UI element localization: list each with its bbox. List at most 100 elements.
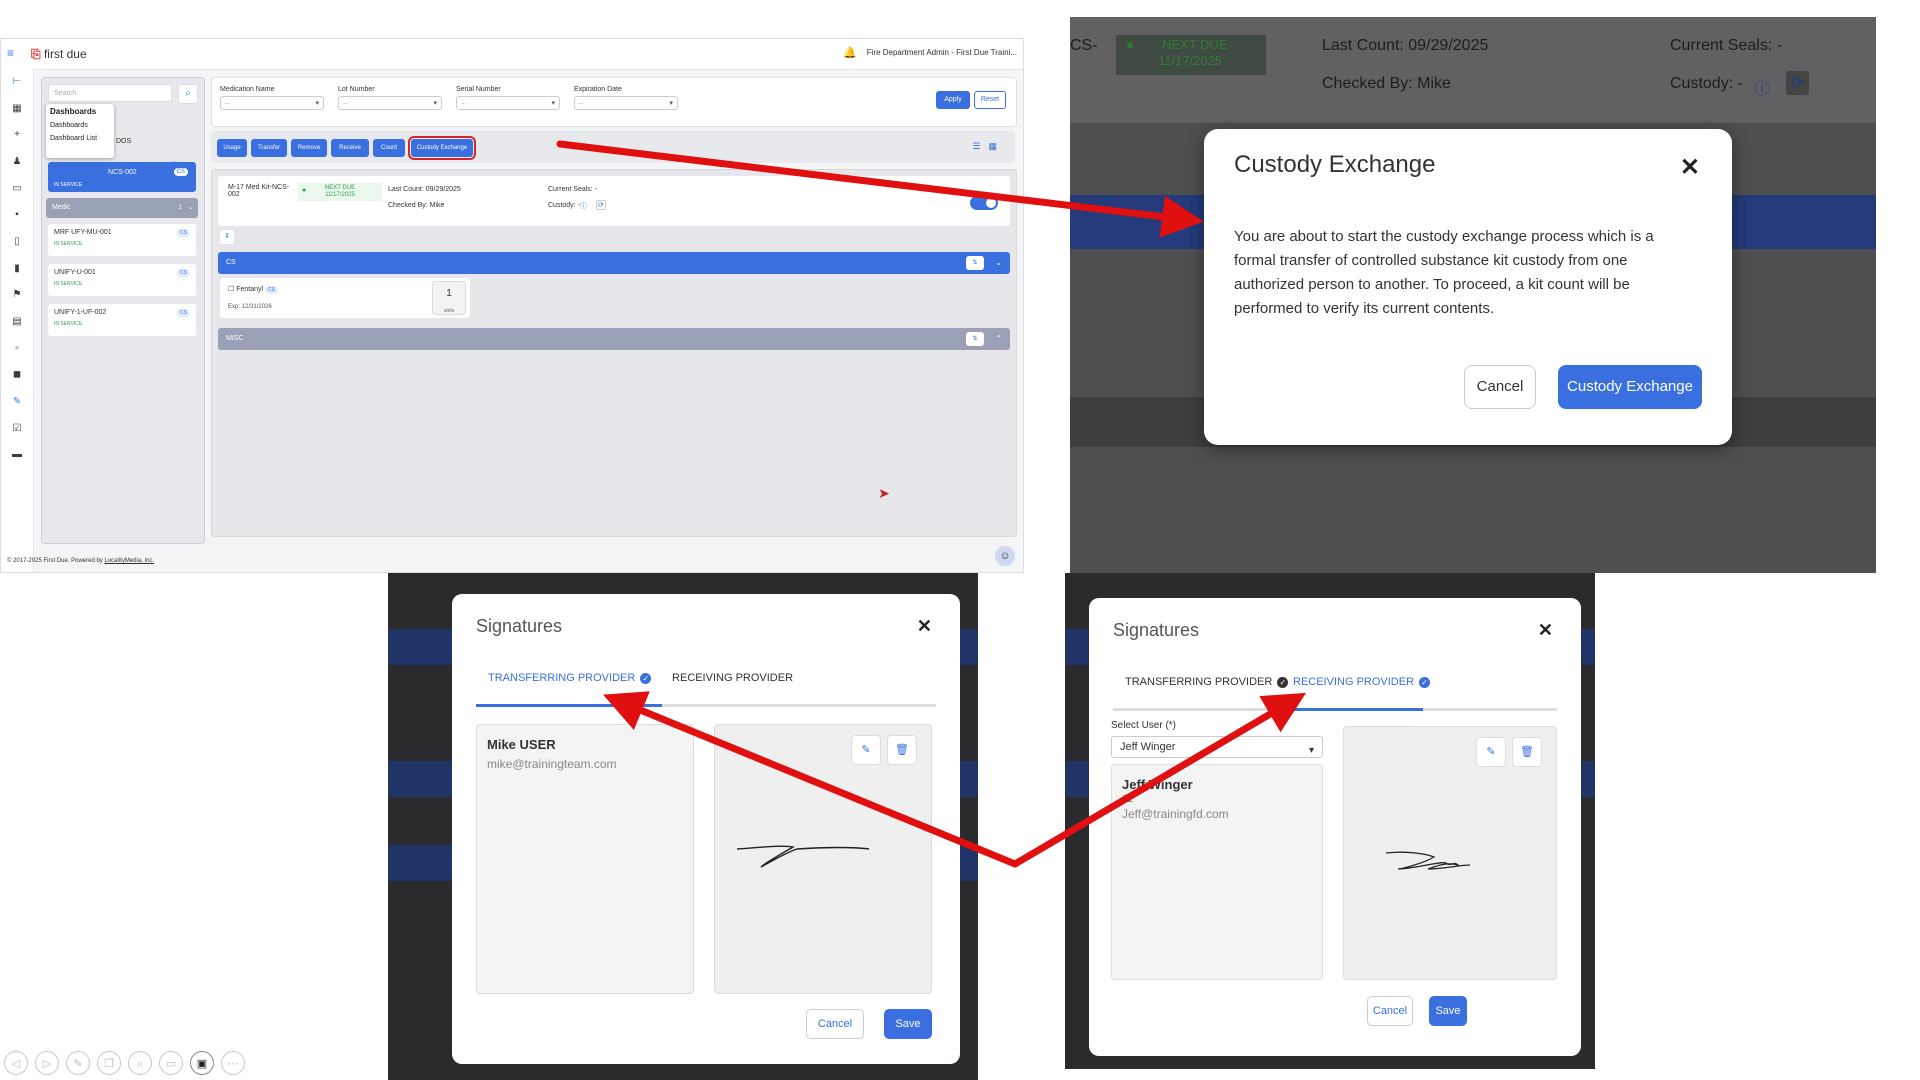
document-icon[interactable]: ▯: [10, 237, 24, 247]
dashboard-icon[interactable]: ▦: [10, 104, 24, 114]
section-cs-header[interactable]: CS ⇅ ⌄: [218, 252, 1010, 274]
background-checked-by: Checked By: Mike: [1322, 75, 1451, 93]
grid-view-icon[interactable]: ▦: [988, 141, 1005, 151]
kit-toggle-switch[interactable]: [970, 196, 998, 210]
usage-button[interactable]: Usage: [217, 139, 247, 157]
menu-item-dashboards[interactable]: Dashboards: [46, 119, 114, 132]
trash-icon[interactable]: 🗑: [1512, 737, 1542, 767]
save-button[interactable]: Save: [1429, 996, 1467, 1026]
close-icon[interactable]: ✕: [1538, 620, 1553, 641]
signature-pad[interactable]: ✎ 🗑: [1343, 726, 1557, 980]
cancel-button[interactable]: Cancel: [1367, 996, 1413, 1026]
hamburger-menu-icon[interactable]: ≡: [7, 46, 14, 60]
filter-serial-number: Serial Number --: [456, 86, 560, 111]
info-icon[interactable]: ⓘ: [580, 201, 587, 211]
edit-signature-icon[interactable]: ✎: [851, 735, 881, 765]
video-icon[interactable]: ▣: [190, 1051, 214, 1075]
footer-link[interactable]: LocalityMedia, Inc.: [104, 558, 154, 564]
calendar2-icon[interactable]: ▤: [10, 317, 24, 327]
user-menu[interactable]: Fire Department Admin - First Due Traini…: [867, 48, 1017, 57]
select-user-dropdown[interactable]: Jeff Winger: [1111, 736, 1323, 761]
selected-kit[interactable]: NCS-002 CS IN SERVICE: [48, 162, 196, 192]
file-icon[interactable]: ▫: [10, 344, 24, 354]
transfer-button[interactable]: Transfer: [251, 139, 287, 157]
serial-number-select[interactable]: --: [456, 96, 560, 111]
chevron-up-icon[interactable]: ⌃: [995, 328, 1002, 350]
kit-name: M-17 Med Kit-NCS-002: [228, 184, 290, 198]
expand-all-icon[interactable]: ⇕: [220, 230, 234, 244]
sort-icon[interactable]: ⇅: [966, 332, 984, 346]
pen-icon[interactable]: ✎: [66, 1051, 90, 1075]
caption-icon[interactable]: ▭: [159, 1051, 183, 1075]
count-button[interactable]: Count: [373, 139, 405, 157]
edit-signature-icon[interactable]: ✎: [1476, 737, 1506, 767]
menu-item-dashboard-list[interactable]: Dashboard List: [46, 132, 114, 145]
people-icon[interactable]: ♟: [10, 157, 24, 167]
expand-sidebar-icon[interactable]: ⊢: [10, 77, 24, 87]
provider-name: Jeff Winger: [1122, 777, 1193, 792]
next-icon[interactable]: ▷: [35, 1051, 59, 1075]
save-button[interactable]: Save: [884, 1009, 932, 1039]
tab-transferring-provider[interactable]: TRANSFERRING PROVIDER ✓: [488, 672, 652, 684]
lot-number-select[interactable]: --: [338, 96, 442, 111]
map-icon[interactable]: ▮: [10, 264, 24, 274]
last-count: Last Count: 09/29/2025: [388, 186, 461, 193]
cancel-button[interactable]: Cancel: [1464, 365, 1536, 409]
custody-exchange-button[interactable]: Custody Exchange: [408, 136, 476, 160]
section-misc-header[interactable]: MISC ⇅ ⌃: [218, 328, 1010, 350]
apply-button[interactable]: Apply: [936, 91, 970, 109]
box-icon[interactable]: ▬: [10, 450, 24, 460]
plus-icon[interactable]: +: [10, 130, 24, 140]
current-seals: Current Seals: -: [548, 186, 598, 193]
trash-icon[interactable]: 🗑: [887, 735, 917, 765]
zoom-icon[interactable]: ⌕: [128, 1051, 152, 1075]
group-medic[interactable]: Medic 1 ⌄: [46, 198, 198, 218]
custody-exchange-screenshot: CS- ● NEXT DUE 11/17/2025 Last Count: 09…: [1070, 17, 1876, 573]
reset-button[interactable]: Reset: [974, 91, 1006, 109]
view-toggle: ☰▦: [972, 141, 1005, 152]
notification-bell-icon[interactable]: 🔔: [843, 46, 857, 59]
chevron-down-icon[interactable]: ⌄: [188, 198, 194, 218]
expiration-date-select[interactable]: --: [574, 96, 678, 111]
search-icon[interactable]: ⌕: [178, 84, 198, 104]
tab-transferring-provider[interactable]: TRANSFERRING PROVIDER ✓: [1125, 676, 1289, 688]
transferring-signature-screenshot: Signatures ✕ TRANSFERRING PROVIDER ✓ RECE…: [388, 573, 978, 1080]
tab-receiving-provider[interactable]: RECEIVING PROVIDER: [672, 672, 793, 684]
prev-icon[interactable]: ◁: [4, 1051, 28, 1075]
filter-label: Expiration Date: [574, 86, 622, 93]
close-icon[interactable]: ✕: [1680, 153, 1700, 182]
list-view-icon[interactable]: ☰: [972, 141, 988, 151]
checklist-icon[interactable]: ☑: [10, 424, 24, 434]
medication-name-select[interactable]: --: [220, 96, 324, 111]
unit-name: UNIFY-U-001: [54, 269, 96, 276]
pencil-icon[interactable]: ✎: [10, 397, 24, 407]
copy-icon[interactable]: ❐: [97, 1051, 121, 1075]
sort-icon[interactable]: ⇅: [966, 256, 984, 270]
unit-status: IN SERVICE: [54, 281, 83, 287]
close-icon[interactable]: ✕: [917, 616, 932, 637]
filter-label: Lot Number: [338, 86, 375, 93]
signature-pad[interactable]: ✎ 🗑: [714, 724, 932, 994]
flag-icon[interactable]: ⚑: [10, 290, 24, 300]
custody-exchange-confirm-button[interactable]: Custody Exchange: [1558, 365, 1702, 409]
support-avatar[interactable]: ☺: [995, 546, 1015, 566]
tab-receiving-provider[interactable]: RECEIVING PROVIDER ✓: [1293, 676, 1431, 688]
checked-by-label: Checked By:: [1322, 75, 1413, 92]
unit-card[interactable]: UNIFY-U-001 IN SERVICE CS: [48, 264, 196, 296]
kit-search-input[interactable]: Search: [48, 84, 172, 102]
chevron-down-icon[interactable]: ⌄: [995, 252, 1002, 274]
more-icon[interactable]: ⋯: [221, 1051, 245, 1075]
signatures-modal: Signatures ✕ TRANSFERRING PROVIDER ✓ RECE…: [1089, 598, 1581, 1056]
refresh-icon[interactable]: ⟳: [596, 200, 606, 210]
unit-card[interactable]: UNIFY-1-UF-002 IN SERVICE CS: [48, 304, 196, 336]
unit-card[interactable]: MRF UFY-MU-001 IN SERVICE CS: [48, 224, 196, 256]
medication-card[interactable]: ☐ Fentanyl CS Exp: 12/31/2026 1 units: [220, 278, 470, 318]
receive-button[interactable]: Receive: [331, 139, 369, 157]
checked-by-value: Mike: [1417, 75, 1451, 92]
calendar-icon[interactable]: ▭: [10, 184, 24, 194]
remove-button[interactable]: Remove: [291, 139, 327, 157]
truck-icon[interactable]: ◼: [10, 370, 24, 380]
chat-icon[interactable]: ▪: [10, 210, 24, 220]
app-logo[interactable]: ⎘ first due: [31, 47, 87, 62]
cancel-button[interactable]: Cancel: [806, 1009, 864, 1039]
